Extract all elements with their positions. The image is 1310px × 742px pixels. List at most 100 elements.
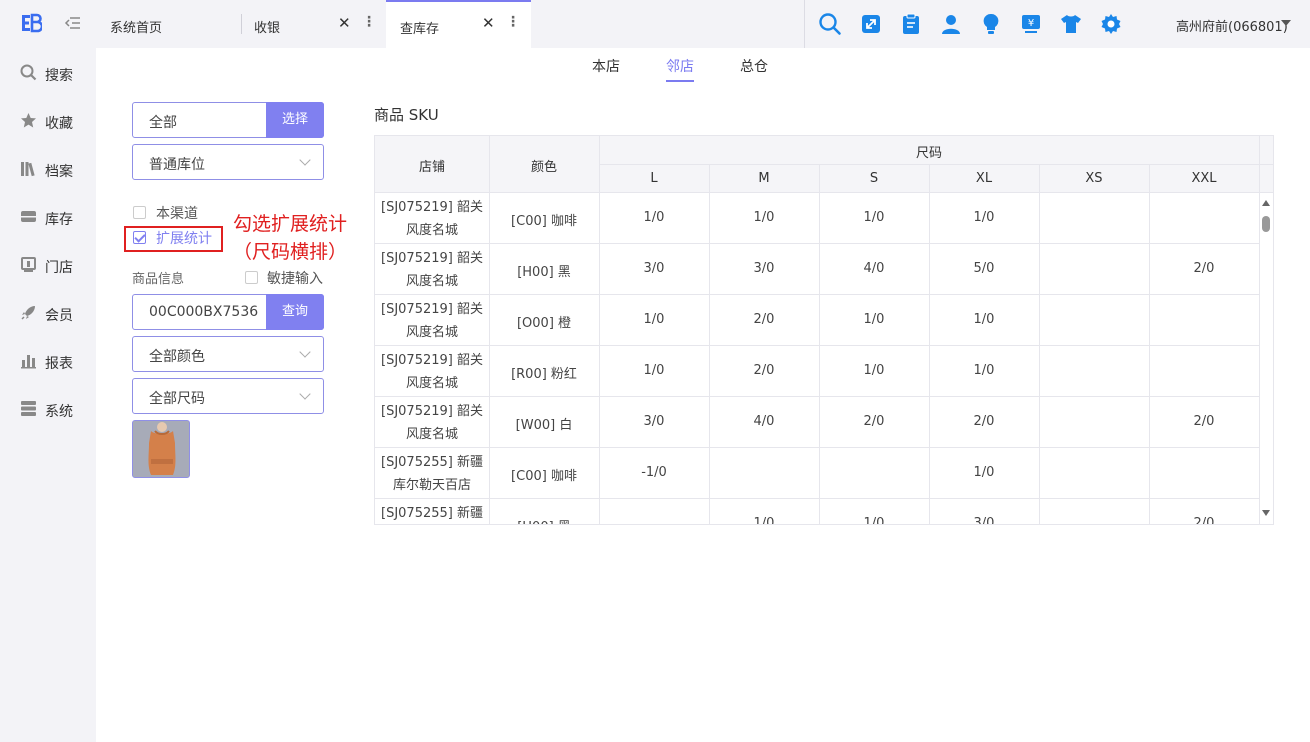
size-value: 全部尺码 bbox=[149, 391, 205, 407]
search-icon[interactable] bbox=[818, 12, 842, 36]
size-qty-cell[interactable]: 1/0 bbox=[819, 210, 929, 225]
close-icon[interactable]: ✕ bbox=[338, 14, 351, 32]
size-qty-cell[interactable]: 2/0 bbox=[1149, 516, 1259, 524]
more-icon[interactable]: ⋮ bbox=[362, 14, 376, 30]
tab-cashier[interactable]: 收银 ✕ ⋮ bbox=[242, 0, 385, 48]
sku-table-title: 商品 SKU bbox=[374, 106, 439, 124]
books-icon bbox=[21, 162, 35, 177]
product-thumbnail[interactable] bbox=[132, 420, 190, 478]
sidebar-item-archive[interactable]: 档案 bbox=[0, 153, 96, 185]
sidebar-item-label: 系统 bbox=[45, 404, 73, 420]
size-qty-cell[interactable]: 2/0 bbox=[709, 363, 819, 378]
product-code-value[interactable]: 00C000BX7536 bbox=[149, 304, 258, 320]
size-qty-cell[interactable]: 1/0 bbox=[929, 465, 1039, 480]
tab-nearby-store[interactable]: 邻店 bbox=[666, 56, 694, 76]
size-qty-cell[interactable]: 2/0 bbox=[819, 414, 929, 429]
sidebar-item-label: 门店 bbox=[45, 260, 73, 276]
size-qty-cell[interactable]: 1/0 bbox=[819, 312, 929, 327]
size-qty-cell[interactable]: 2/0 bbox=[929, 414, 1039, 429]
size-qty-cell[interactable]: 3/0 bbox=[599, 414, 709, 429]
clipboard-icon[interactable] bbox=[899, 12, 923, 36]
resize-icon[interactable] bbox=[859, 12, 883, 36]
column-header-color: 颜色 bbox=[530, 160, 557, 175]
size-qty-cell[interactable]: 1/0 bbox=[819, 363, 929, 378]
query-button[interactable]: 查询 bbox=[266, 294, 324, 330]
sidebar-item-label: 收藏 bbox=[45, 116, 73, 132]
gear-icon[interactable] bbox=[1099, 12, 1123, 36]
sidebar-item-search[interactable]: 搜索 bbox=[0, 57, 96, 89]
sidebar-item-members[interactable]: 会员 bbox=[0, 297, 96, 329]
channel-checkbox[interactable] bbox=[133, 206, 146, 219]
tab-own-store[interactable]: 本店 bbox=[592, 56, 620, 76]
size-qty-cell[interactable]: 1/0 bbox=[599, 363, 709, 378]
column-header-size: S bbox=[869, 171, 879, 186]
chevron-down-icon bbox=[299, 346, 311, 358]
scroll-up-icon[interactable] bbox=[1262, 200, 1270, 206]
table-row[interactable]: [SJ075219] 韶关 风度名城 [O00] 橙 1/0 2/0 1/0 1/0 bbox=[375, 295, 1259, 346]
product-code-input[interactable]: 00C000BX7536 查询 bbox=[132, 294, 324, 330]
bulb-icon[interactable] bbox=[979, 12, 1003, 36]
logo-icon[interactable] bbox=[20, 12, 42, 34]
size-qty-cell[interactable]: 2/0 bbox=[709, 312, 819, 327]
column-header-size: XXL bbox=[1191, 171, 1217, 186]
size-qty-cell[interactable]: 1/0 bbox=[599, 312, 709, 327]
store-cell: [SJ075255] 新疆 bbox=[381, 455, 483, 470]
top-bar: 系统首页 收银 ✕ ⋮ 查库存 ✕ ⋮ ¥ 高州府前(066801) bbox=[0, 0, 1310, 48]
sidebar-item-reports[interactable]: 报表 bbox=[0, 345, 96, 377]
sidebar-item-system[interactable]: 系统 bbox=[0, 393, 96, 425]
table-row[interactable]: [SJ075219] 韶关 风度名城 [C00] 咖啡 1/0 1/0 1/0 1/0 bbox=[375, 193, 1259, 244]
scroll-thumb[interactable] bbox=[1262, 216, 1270, 232]
select-button[interactable]: 选择 bbox=[266, 102, 324, 138]
menu-collapse-icon[interactable] bbox=[64, 14, 82, 32]
tab-warehouse[interactable]: 总仓 bbox=[740, 56, 768, 76]
size-qty-cell[interactable]: 2/0 bbox=[1149, 261, 1259, 276]
caret-down-icon[interactable] bbox=[1281, 20, 1291, 26]
size-qty-cell[interactable]: 3/0 bbox=[929, 516, 1039, 524]
size-qty-cell[interactable]: 5/0 bbox=[929, 261, 1039, 276]
table-scrollbar[interactable] bbox=[1259, 196, 1273, 522]
user-icon[interactable] bbox=[939, 12, 963, 36]
cashier-icon[interactable]: ¥ bbox=[1019, 12, 1043, 36]
store-cell: [SJ075219] 韶关 bbox=[381, 302, 483, 317]
scope-field[interactable]: 全部 选择 bbox=[132, 102, 324, 138]
store-cell: 风度名城 bbox=[405, 376, 458, 391]
table-row[interactable]: [SJ075219] 韶关 风度名城 [W00] 白 3/0 4/0 2/0 2/0 2/0 bbox=[375, 397, 1259, 448]
channel-label[interactable]: 本渠道 bbox=[156, 203, 198, 223]
size-qty-cell[interactable]: 2/0 bbox=[1149, 414, 1259, 429]
color-select[interactable]: 全部颜色 bbox=[132, 336, 324, 372]
table-row[interactable]: [SJ075255] 新疆 库尔勒天百店 [C00] 咖啡 -1/0 1/0 bbox=[375, 448, 1259, 499]
size-qty-cell[interactable]: 1/0 bbox=[929, 312, 1039, 327]
table-row[interactable]: [SJ075219] 韶关 风度名城 [H00] 黑 3/0 3/0 4/0 5/0 2/0 bbox=[375, 244, 1259, 295]
column-header-size: L bbox=[650, 171, 658, 186]
sidebar-item-store[interactable]: 门店 bbox=[0, 249, 96, 281]
size-qty-cell[interactable]: 3/0 bbox=[599, 261, 709, 276]
tab-home[interactable]: 系统首页 bbox=[96, 0, 241, 48]
sidebar-item-inventory[interactable]: 库存 bbox=[0, 201, 96, 233]
table-row[interactable]: [SJ075255] 新疆[H00] 黑1/01/03/02/0 bbox=[375, 499, 1259, 524]
close-icon[interactable]: ✕ bbox=[482, 14, 495, 32]
size-qty-cell[interactable]: 1/0 bbox=[599, 210, 709, 225]
size-qty-cell[interactable]: 3/0 bbox=[709, 261, 819, 276]
quick-input-label[interactable]: 敏捷输入 bbox=[267, 268, 323, 288]
size-qty-cell[interactable]: 1/0 bbox=[929, 210, 1039, 225]
size-qty-cell[interactable]: -1/0 bbox=[599, 465, 709, 480]
size-qty-cell[interactable]: 4/0 bbox=[709, 414, 819, 429]
size-qty-cell[interactable]: 1/0 bbox=[709, 210, 819, 225]
size-select[interactable]: 全部尺码 bbox=[132, 378, 324, 414]
tab-check-stock[interactable]: 查库存 ✕ ⋮ bbox=[386, 0, 531, 48]
size-qty-cell[interactable]: 1/0 bbox=[709, 516, 819, 524]
table-row[interactable]: [SJ075219] 韶关 风度名城 [R00] 粉红 1/0 2/0 1/0 1/0 bbox=[375, 346, 1259, 397]
shirt-icon[interactable] bbox=[1059, 12, 1083, 36]
more-icon[interactable]: ⋮ bbox=[506, 14, 520, 30]
color-value: 全部颜色 bbox=[149, 349, 205, 365]
size-qty-cell[interactable]: 4/0 bbox=[819, 261, 929, 276]
size-qty-cell[interactable]: 1/0 bbox=[929, 363, 1039, 378]
product-info-label: 商品信息 bbox=[132, 272, 185, 287]
quick-input-checkbox[interactable] bbox=[245, 271, 258, 284]
size-qty-cell[interactable]: 1/0 bbox=[819, 516, 929, 524]
active-tab-indicator bbox=[666, 80, 694, 82]
scroll-down-icon[interactable] bbox=[1262, 510, 1270, 516]
sidebar-item-favorites[interactable]: 收藏 bbox=[0, 105, 96, 137]
current-store[interactable]: 高州府前(066801) bbox=[1176, 16, 1288, 35]
location-select[interactable]: 普通库位 bbox=[132, 144, 324, 180]
